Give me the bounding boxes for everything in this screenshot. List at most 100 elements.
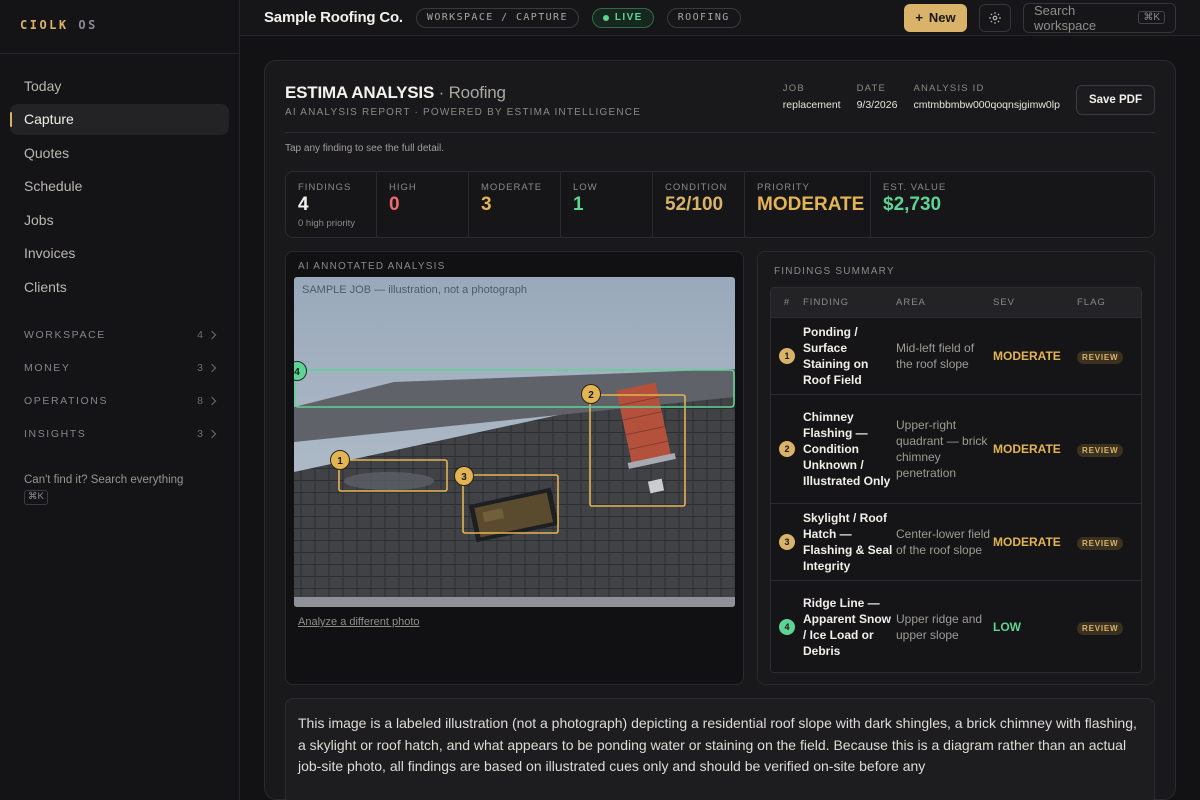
finding-title: Ponding / Surface Staining on Roof Field: [803, 325, 869, 387]
finding-marker-3[interactable]: 3: [454, 466, 474, 486]
stat-value: 52/100: [665, 194, 724, 215]
group-label: OPERATIONS: [24, 395, 109, 407]
stat-label: EST. VALUE: [883, 182, 947, 193]
main-area: Sample Roofing Co. WORKSPACE / CAPTURE L…: [240, 0, 1200, 800]
stat-value: $2,730: [883, 194, 942, 215]
stat-label: HIGH: [389, 182, 417, 193]
search-input[interactable]: Search workspace ⌘K: [1023, 2, 1176, 33]
sidebar-group-insights[interactable]: INSIGHTS 3: [10, 418, 229, 451]
meta-key: ANALYSIS ID: [913, 83, 985, 94]
group-label: WORKSPACE: [24, 329, 106, 341]
table-row[interactable]: 4 Ridge Line — Apparent Snow / Ice Load …: [771, 580, 1141, 672]
review-flag-badge: REVIEW: [1077, 537, 1124, 550]
finding-marker-1[interactable]: 1: [330, 450, 350, 470]
sidebar-item-invoices[interactable]: Invoices: [10, 238, 229, 269]
marker-label: 4: [294, 367, 300, 378]
ponding-stain: [344, 472, 434, 490]
search-placeholder: Search workspace: [1034, 2, 1097, 33]
shortcut-badge: ⌘K: [24, 490, 48, 505]
annotated-roof-image[interactable]: 1 2 3 4 SAMPLE JOB — illustration, not a…: [294, 277, 735, 607]
stat-findings: FINDINGS 4 0 high priority: [286, 172, 377, 237]
analyze-different-photo-link[interactable]: Analyze a different photo: [294, 616, 735, 628]
report-meta: JOB replacement DATE 9/3/2026 ANALYSIS ID c…: [783, 83, 1155, 132]
finding-number-badge: 3: [779, 534, 795, 550]
sidebar: CIOLK OS Today Capture Quotes Schedule J…: [0, 0, 240, 800]
finding-title: Chimney Flashing — Condition Unknown / I…: [803, 410, 891, 488]
breadcrumb[interactable]: WORKSPACE / CAPTURE: [415, 7, 579, 28]
sidebar-item-today[interactable]: Today: [10, 70, 229, 101]
review-flag-badge: REVIEW: [1077, 621, 1124, 635]
app-shell: CIOLK OS Today Capture Quotes Schedule J…: [0, 0, 1200, 800]
stat-priority: PRIORITY MODERATE: [745, 172, 871, 237]
group-label: INSIGHTS: [24, 428, 87, 440]
shortcut-badge: ⌘K: [1138, 11, 1165, 24]
finding-marker-2[interactable]: 2: [581, 384, 601, 404]
stat-label: LOW: [573, 182, 598, 193]
report-header: ESTIMA ANALYSIS · Roofing AI ANALYSIS RE…: [285, 83, 1155, 133]
marker-label: 1: [337, 456, 343, 467]
finding-severity: MODERATE: [993, 442, 1061, 456]
findings-summary-panel: FINDINGS SUMMARY # FINDING AREA SEV FLAG…: [757, 251, 1155, 685]
col-flag: FLAG: [1077, 297, 1106, 308]
stat-low: LOW 1: [561, 172, 653, 237]
stat-label: FINDINGS: [298, 182, 352, 193]
group-label: MONEY: [24, 362, 71, 374]
report-title-main: ESTIMA ANALYSIS: [285, 83, 435, 102]
live-dot-icon: [602, 14, 609, 21]
finding-number-badge: 2: [779, 441, 795, 457]
analysis-description: This image is a labeled illustration (no…: [285, 698, 1155, 800]
sidebar-item-jobs[interactable]: Jobs: [10, 204, 229, 235]
finding-title: Ridge Line — Apparent Snow / Ice Load or…: [803, 595, 892, 658]
sidebar-group-workspace[interactable]: WORKSPACE 4: [10, 319, 229, 352]
group-count: 8: [197, 395, 203, 407]
search-everything-hint[interactable]: Can't find it? Search everything ⌘K: [0, 451, 239, 505]
group-count: 4: [197, 329, 203, 341]
brand-logo[interactable]: CIOLK OS: [0, 0, 239, 54]
table-row[interactable]: 1 Ponding / Surface Staining on Roof Fie…: [771, 317, 1141, 394]
finding-title: Skylight / Roof Hatch — Flashing & Seal …: [803, 511, 893, 573]
settings-button[interactable]: [979, 3, 1011, 32]
table-row[interactable]: 3 Skylight / Roof Hatch — Flashing & Sea…: [771, 503, 1141, 580]
chevron-right-icon: [207, 396, 217, 406]
finding-area: Upper ridge and upper slope: [896, 611, 983, 642]
stat-condition: CONDITION 52/100: [653, 172, 745, 237]
sidebar-item-capture[interactable]: Capture: [10, 103, 229, 135]
stat-value: 4: [298, 194, 309, 215]
sidebar-group-money[interactable]: MONEY 3: [10, 352, 229, 385]
report-caption: AI ANALYSIS REPORT · POWERED BY ESTIMA I…: [285, 107, 642, 118]
stats-bar: FINDINGS 4 0 high priority HIGH 0 MODERATE 3…: [285, 171, 1155, 238]
report-subtitle: Roofing: [448, 83, 506, 102]
group-count: 3: [197, 362, 203, 374]
col-sev: SEV: [993, 297, 1016, 308]
image-caption: SAMPLE JOB — illustration, not a photogr…: [302, 284, 528, 296]
finding-area: Upper-right quadrant — brick chimney pen…: [896, 418, 988, 480]
trade-tag: ROOFING: [666, 7, 741, 28]
sidebar-item-schedule[interactable]: Schedule: [10, 171, 229, 202]
stat-moderate: MODERATE 3: [469, 172, 561, 237]
stat-value: MODERATE: [757, 194, 865, 215]
finding-number-badge: 4: [779, 618, 795, 635]
new-button[interactable]: + New: [904, 3, 967, 32]
table-row[interactable]: 2 Chimney Flashing — Condition Unknown /…: [771, 394, 1141, 503]
search-hint-text: Can't find it? Search everything: [24, 473, 184, 486]
marker-label: 2: [588, 390, 594, 401]
meta-analysis-id: ANALYSIS ID cmtmbbmbw000qoqnsjgimw0lp: [913, 83, 1059, 111]
sidebar-item-clients[interactable]: Clients: [10, 271, 229, 302]
sidebar-group-operations[interactable]: OPERATIONS 8: [10, 385, 229, 418]
sidebar-item-quotes[interactable]: Quotes: [10, 137, 229, 168]
sidebar-groups: WORKSPACE 4 MONEY 3 OPERATIONS 8 INSIGHTS 3: [0, 305, 239, 451]
save-pdf-button[interactable]: Save PDF: [1075, 85, 1155, 115]
meta-job: JOB replacement: [783, 83, 841, 111]
stat-value: 0: [389, 194, 400, 215]
stat-value: 3: [481, 194, 492, 215]
live-label: LIVE: [614, 12, 643, 23]
col-num: #: [783, 297, 791, 308]
meta-key: JOB: [782, 83, 805, 94]
analysis-card: ESTIMA ANALYSIS · Roofing AI ANALYSIS RE…: [264, 60, 1176, 800]
meta-date: DATE 9/3/2026: [857, 83, 898, 111]
stat-est-value: EST. VALUE $2,730: [871, 172, 1154, 237]
stat-label: PRIORITY: [757, 182, 810, 193]
stat-label: CONDITION: [665, 182, 728, 193]
tap-hint: Tap any finding to see the full detail.: [285, 143, 444, 154]
plus-icon: +: [915, 10, 923, 25]
